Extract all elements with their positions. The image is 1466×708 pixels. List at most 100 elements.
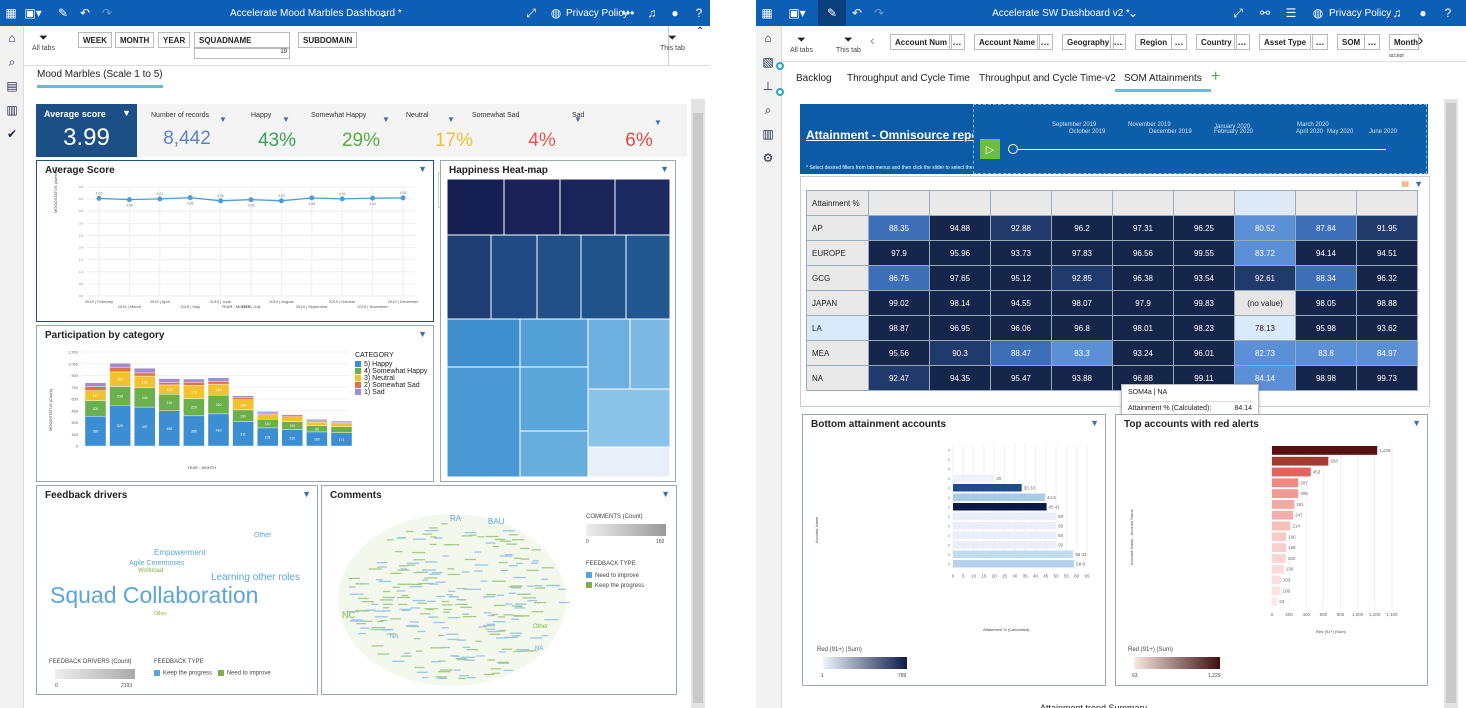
all-tabs-filter[interactable]: ⏷ All tabs — [32, 32, 55, 52]
comments-panel[interactable]: Comments ▼ RA BAU NC Other NA NA COMMENT… — [321, 485, 677, 695]
table-cell[interactable]: 99.73 — [1356, 365, 1418, 391]
happiness-heatmap-panel[interactable]: Happiness Heat-map ▼ — [440, 160, 676, 482]
slider-track[interactable] — [1012, 149, 1386, 150]
column-header[interactable] — [1173, 190, 1235, 216]
table-cell[interactable]: 98.87 — [868, 315, 930, 341]
connect-icon[interactable]: ⚯ — [1254, 0, 1276, 26]
filter-subdomain[interactable]: SUBDOMAIN — [298, 32, 358, 48]
filter-geography[interactable]: Geography — [1062, 34, 1115, 50]
table-cell[interactable]: 96.25 — [1173, 215, 1235, 241]
bell-icon[interactable]: ♫ — [641, 0, 663, 26]
bottom-attainment-panel[interactable]: Bottom attainment accounts ▼ 0 5 10 15 20 25 3… — [802, 414, 1106, 686]
table-cell[interactable]: 83.72 — [1234, 240, 1296, 266]
filter-som[interactable]: SOM — [1337, 34, 1366, 50]
table-cell[interactable]: 83.3 — [1051, 340, 1113, 366]
table-cell[interactable]: 98.05 — [1295, 290, 1357, 316]
filter-country[interactable]: Country — [1196, 34, 1237, 50]
table-cell[interactable]: 98.14 — [929, 290, 991, 316]
table-cell[interactable]: 94.14 — [1295, 240, 1357, 266]
play-button[interactable]: ▷ — [980, 139, 1000, 159]
filter-icon[interactable]: ▼ — [282, 115, 290, 124]
table-cell[interactable]: (no value) — [1234, 290, 1296, 316]
more-icon[interactable]: ••• — [617, 0, 639, 26]
globe-icon[interactable]: ◍ — [1307, 0, 1329, 26]
column-header[interactable] — [1295, 190, 1357, 216]
row-label[interactable]: LA — [806, 315, 869, 341]
table-cell[interactable]: 93.24 — [1112, 340, 1174, 366]
table-cell[interactable]: 98.07 — [1051, 290, 1113, 316]
filter-week[interactable]: WEEK — [78, 32, 112, 48]
table-cell[interactable]: 92.88 — [990, 215, 1052, 241]
row-label[interactable]: JAPAN — [806, 290, 869, 316]
word[interactable]: Squad Collaboration — [50, 582, 258, 609]
table-cell[interactable]: 95.47 — [990, 365, 1052, 391]
row-label[interactable]: EUROPE — [806, 240, 869, 266]
participation-panel[interactable]: Participation by category ▼ 0 150 300 450 60… — [36, 325, 434, 482]
table-cell[interactable]: 94.88 — [929, 215, 991, 241]
table-cell[interactable]: 94.51 — [1356, 240, 1418, 266]
table-cell[interactable]: 93.88 — [1051, 365, 1113, 391]
legend-item[interactable]: 4) Somewhat Happy — [355, 368, 427, 375]
tab-backlog[interactable]: Backlog — [796, 73, 832, 84]
filter-asset-type[interactable]: Asset Type — [1259, 34, 1312, 50]
tools-icon[interactable]: ⚙ — [756, 146, 780, 170]
app-grid-icon[interactable]: ▦ — [0, 0, 22, 26]
column-header[interactable] — [1356, 190, 1418, 216]
table-cell[interactable]: 93.73 — [990, 240, 1052, 266]
table-cell[interactable]: 86.75 — [868, 265, 930, 291]
filter-month[interactable]: MONTH — [115, 32, 155, 48]
table-cell[interactable]: 95.96 — [929, 240, 991, 266]
table-cell[interactable]: 95.56 — [868, 340, 930, 366]
table-cell[interactable]: 93.54 — [1173, 265, 1235, 291]
more-icon[interactable]: … — [1234, 34, 1250, 50]
table-cell[interactable]: 96.8 — [1051, 315, 1113, 341]
table-cell[interactable]: 88.47 — [990, 340, 1052, 366]
filter-icon[interactable]: ▼ — [382, 115, 390, 124]
more-icon[interactable]: … — [1037, 34, 1053, 50]
table-cell[interactable]: 99.83 — [1173, 290, 1235, 316]
table-cell[interactable]: 98.98 — [1295, 365, 1357, 391]
column-header[interactable] — [868, 190, 930, 216]
table-cell[interactable]: 99.02 — [868, 290, 930, 316]
more-icon[interactable]: … — [1171, 34, 1187, 50]
feedback-drivers-panel[interactable]: Feedback drivers ▼ Other Empowerment Agi… — [36, 485, 318, 695]
globe-icon[interactable]: ◍ — [545, 0, 567, 26]
column-header[interactable] — [990, 190, 1052, 216]
legend-item[interactable]: 1) Sad — [355, 389, 427, 396]
word[interactable]: RA — [450, 514, 461, 523]
table-cell[interactable]: 94.55 — [990, 290, 1052, 316]
expand-icon[interactable]: ⤢ — [1227, 0, 1249, 26]
table-cell[interactable]: 96.2 — [1051, 215, 1113, 241]
legend-item[interactable]: 3) Neutral — [355, 375, 427, 382]
app-grid-icon[interactable]: ▦ — [756, 0, 778, 26]
table-cell[interactable]: 92.47 — [868, 365, 930, 391]
bar-chart-icon[interactable]: ▥ — [756, 122, 780, 146]
row-label[interactable]: AP — [806, 215, 869, 241]
table-cell[interactable]: 97.9 — [868, 240, 930, 266]
right-dashboard-title[interactable]: Accelerate SW Dashboard v2 * — [991, 8, 1131, 19]
filter-icon[interactable]: ▼ — [661, 489, 670, 499]
more-icon[interactable]: … — [1364, 34, 1380, 50]
filter-icon[interactable]: ▼ — [122, 108, 131, 118]
sliders-icon[interactable]: ☰ — [1280, 0, 1302, 26]
table-cell[interactable]: 78.13 — [1234, 315, 1296, 341]
report-title[interactable]: Attainment - Omnisource report — [806, 128, 987, 142]
edit-pencil-icon[interactable]: ✎ — [52, 0, 74, 26]
filter-squadname[interactable]: SQUADNAME — [194, 32, 290, 48]
word[interactable]: Workload — [138, 568, 163, 574]
legend-item[interactable]: 2) Somewhat Sad — [355, 382, 427, 389]
chevron-down-icon[interactable]: ⌄ — [372, 0, 394, 26]
home-icon[interactable]: ⌂ — [756, 26, 780, 50]
filter-icon[interactable]: ▼ — [654, 118, 662, 127]
table-cell[interactable]: 98.88 — [1356, 290, 1418, 316]
home-icon[interactable]: ⌂ — [0, 26, 24, 50]
filter-icon[interactable]: ▼ — [302, 489, 311, 499]
word[interactable]: NA — [390, 634, 398, 640]
table-cell[interactable]: 83.8 — [1295, 340, 1357, 366]
row-label[interactable]: NA — [806, 365, 869, 391]
table-cell[interactable]: 88.34 — [1295, 265, 1357, 291]
table-cell[interactable]: 92.61 — [1234, 265, 1296, 291]
redo-icon[interactable]: ↷ — [868, 0, 890, 26]
table-cell[interactable]: 97.83 — [1051, 240, 1113, 266]
table-cell[interactable]: 82.73 — [1234, 340, 1296, 366]
